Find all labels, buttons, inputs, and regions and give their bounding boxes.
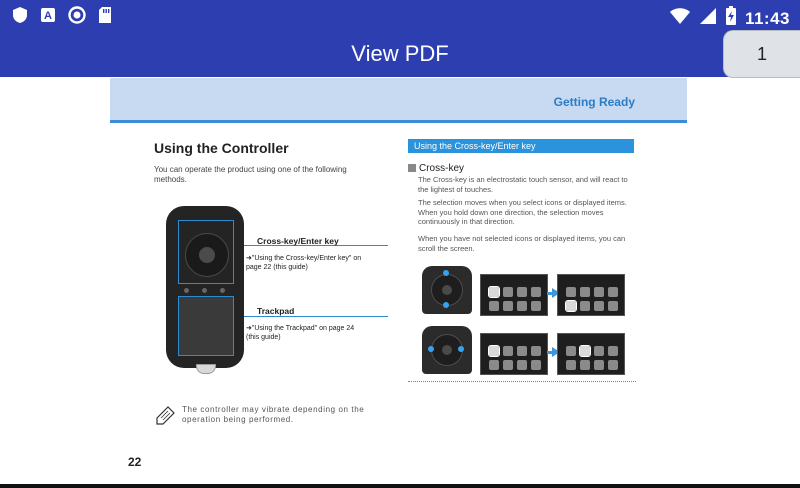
touch-point-icon (458, 346, 464, 352)
paragraph: The selection moves when you select icon… (418, 198, 627, 226)
callout-cross-key-label: Cross-key/Enter key (257, 236, 339, 246)
controller-illustration (166, 206, 244, 374)
menu-icon-tile (531, 360, 541, 370)
bullet-square-icon (408, 164, 416, 172)
cross-key-area (178, 220, 234, 284)
menu-icon-tile (580, 287, 590, 297)
paragraph: The Cross-key is an electrostatic touch … (418, 175, 628, 194)
menu-icon-tile (489, 360, 499, 370)
controller-button (220, 288, 225, 293)
controller-button (184, 288, 189, 293)
wifi-icon (669, 7, 691, 30)
sd-card-icon (98, 6, 112, 29)
menu-icon-tile (488, 345, 500, 357)
menu-icon-tile (579, 345, 591, 357)
section-title: Getting Ready (553, 95, 635, 109)
menu-icon-tile (503, 346, 513, 356)
menu-icon-tile (608, 287, 618, 297)
menu-icon-tile (503, 287, 513, 297)
cross-key-diagram (422, 266, 472, 314)
menu-icon-tile (517, 346, 527, 356)
menu-icon-tile (531, 287, 541, 297)
menu-icon-tile (517, 287, 527, 297)
controller-button (202, 288, 207, 293)
circle-sync-icon (68, 6, 86, 29)
app-title: View PDF (351, 41, 449, 66)
callout-line (244, 316, 388, 317)
left-intro: You can operate the product using one of… (154, 165, 347, 184)
page-number: 22 (128, 455, 142, 469)
menu-icon-tile (503, 301, 513, 311)
menu-screenshot (480, 333, 548, 375)
shield-icon (12, 6, 28, 29)
status-bar: A 11:43 (0, 0, 800, 30)
app-bar: View PDF (0, 30, 800, 77)
trackpad-area (178, 296, 234, 356)
cross-key (185, 233, 229, 277)
controller-buttons (184, 288, 226, 294)
callout-trackpad-ref: ➜"Using the Trackpad" on page 24 (this g… (246, 325, 355, 341)
callout-trackpad-label: Trackpad (257, 306, 295, 316)
menu-icon-tile (488, 286, 500, 298)
section-divider (408, 381, 636, 382)
menu-icon-tile (594, 346, 604, 356)
menu-icon-tile (594, 287, 604, 297)
cross-key-diagram (422, 326, 472, 374)
right-section-bar: Using the Cross-key/Enter key (408, 139, 634, 153)
page-indicator[interactable]: 1 (723, 30, 800, 78)
menu-screenshot (480, 274, 548, 316)
note-icon (154, 406, 176, 431)
font-a-icon: A (40, 6, 56, 29)
paragraph: When you have not selected icons or disp… (418, 234, 626, 253)
menu-icon-tile (566, 346, 576, 356)
enter-key (442, 285, 452, 295)
callout-cross-key-ref: ➜"Using the Cross-key/Enter key" on page… (246, 255, 362, 271)
menu-icon-tile (531, 346, 541, 356)
menu-icon-tile (580, 360, 590, 370)
menu-icon-tile (517, 301, 527, 311)
left-heading: Using the Controller (154, 140, 289, 156)
vibration-note: The controller may vibrate depending on … (182, 405, 365, 424)
enter-key (442, 345, 452, 355)
signal-icon (699, 7, 717, 30)
menu-icon-tile (566, 287, 576, 297)
menu-icon-tile (608, 301, 618, 311)
touch-point-icon (428, 346, 434, 352)
menu-icon-tile (608, 360, 618, 370)
menu-icon-tile (594, 360, 604, 370)
doc-header: Getting Ready (110, 78, 687, 123)
menu-icon-tile (580, 301, 590, 311)
menu-icon-tile (594, 301, 604, 311)
cross-key-heading-text: Cross-key (419, 163, 465, 174)
menu-icon-tile (566, 360, 576, 370)
menu-screenshot (557, 274, 625, 316)
cross-key-heading: Cross-key (408, 163, 464, 174)
screen-bottom-edge (0, 484, 800, 488)
menu-screenshot (557, 333, 625, 375)
clock: 11:43 (744, 8, 790, 28)
menu-icon-tile (503, 360, 513, 370)
menu-icon-tile (531, 301, 541, 311)
touch-point-icon (443, 302, 449, 308)
menu-icon-tile (565, 300, 577, 312)
menu-icon-tile (489, 301, 499, 311)
menu-icon-tile (517, 360, 527, 370)
touch-point-icon (443, 270, 449, 276)
controller-strap-loop (196, 364, 216, 374)
svg-text:A: A (44, 10, 52, 22)
enter-key (199, 247, 215, 263)
pdf-page[interactable]: Getting Ready Using the Controller You c… (110, 78, 687, 478)
battery-icon (725, 6, 737, 31)
menu-icon-tile (608, 346, 618, 356)
